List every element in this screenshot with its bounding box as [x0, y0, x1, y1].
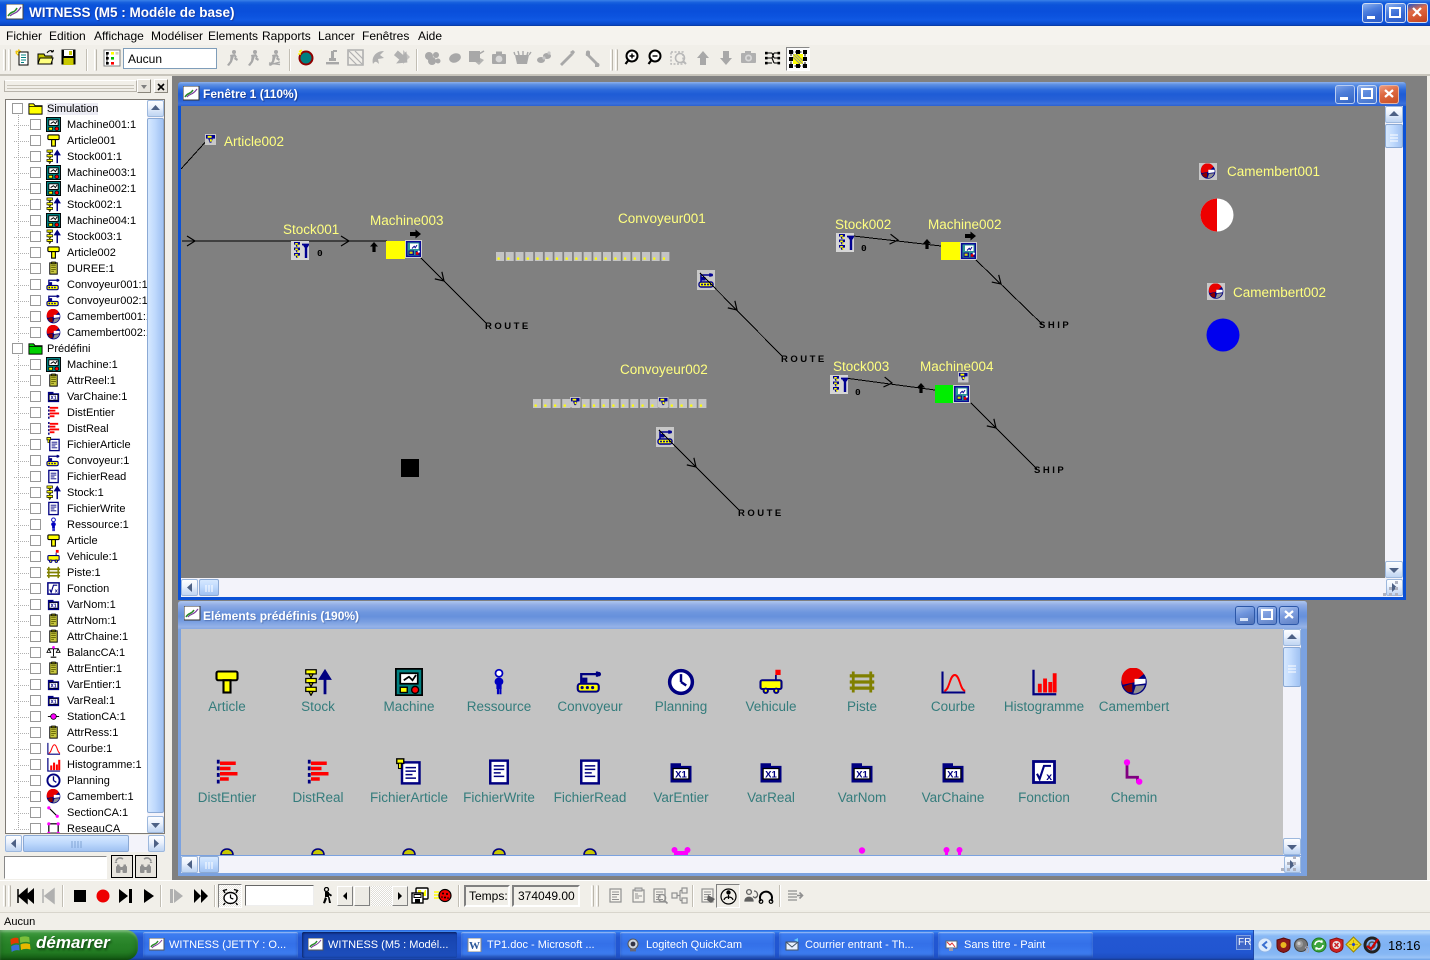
svg-text:ROUTE: ROUTE [738, 508, 784, 519]
svg-text:W: W [469, 940, 480, 952]
svg-text:SHIP: SHIP [1034, 465, 1066, 476]
svg-text:ROUTE: ROUTE [781, 354, 827, 365]
svg-text:Camembert002: Camembert002 [1233, 285, 1326, 300]
svg-text:0: 0 [317, 248, 323, 259]
svg-text:0: 0 [861, 243, 867, 254]
svg-text:Convoyeur002: Convoyeur002 [620, 362, 708, 377]
svg-text:ROUTE: ROUTE [485, 321, 531, 332]
svg-text:Machine002: Machine002 [928, 217, 1002, 232]
svg-text:Stock003: Stock003 [833, 359, 889, 374]
svg-text:Article002: Article002 [224, 134, 284, 149]
svg-text:Stock001: Stock001 [283, 222, 339, 237]
svg-text:Machine003: Machine003 [370, 213, 444, 228]
svg-text:Machine004: Machine004 [920, 359, 994, 374]
svg-text:Stock002: Stock002 [835, 217, 891, 232]
svg-text:Convoyeur001: Convoyeur001 [618, 211, 706, 226]
svg-text:0: 0 [855, 387, 861, 398]
svg-text:SHIP: SHIP [1039, 320, 1071, 331]
svg-text:Camembert001: Camembert001 [1227, 164, 1320, 179]
